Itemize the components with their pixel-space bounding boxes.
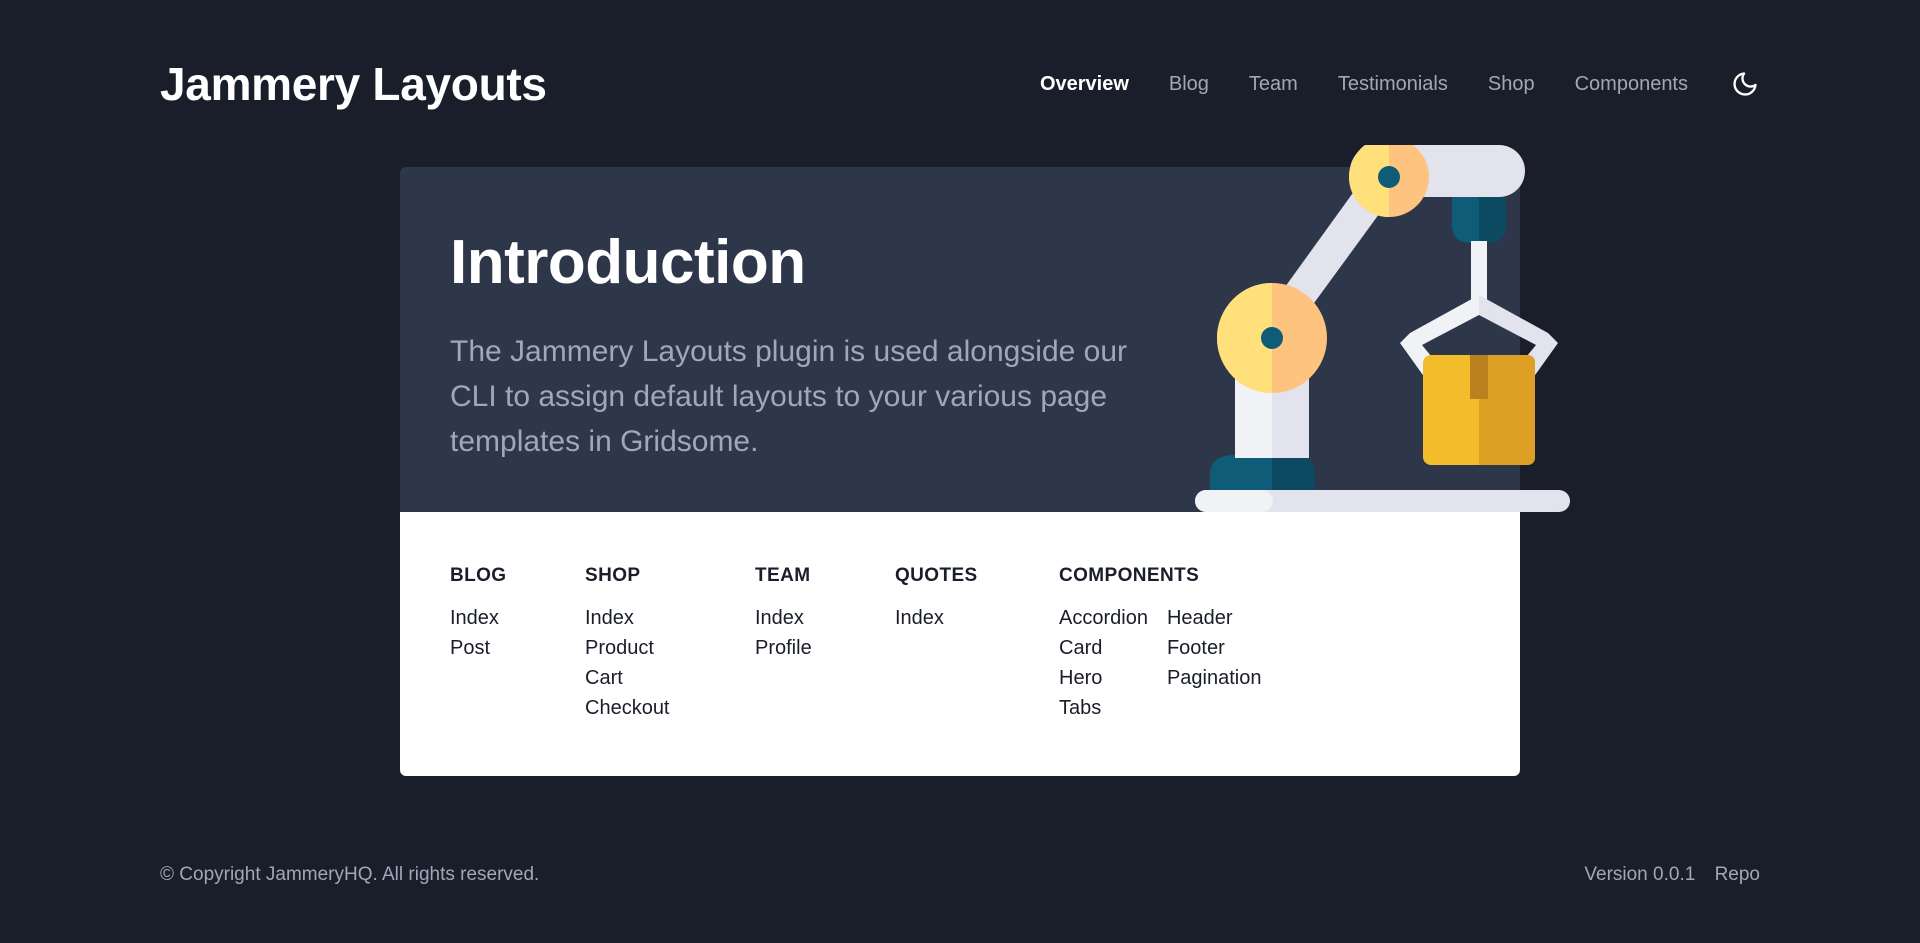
blog-heading: BLOG xyxy=(450,565,507,586)
nav-blog[interactable]: Blog xyxy=(1169,73,1209,96)
blog-link-index[interactable]: Index xyxy=(450,603,507,633)
links-panel: BLOG Index Post SHOP Index Product Cart … xyxy=(400,512,1520,776)
blog-link-post[interactable]: Post xyxy=(450,633,507,663)
quotes-heading: QUOTES xyxy=(895,565,978,586)
components-column: COMPONENTS Accordion Card Hero Tabs Head… xyxy=(1059,565,1261,723)
page: Jammery Layouts Overview Blog Team Testi… xyxy=(0,0,1920,943)
team-link-profile[interactable]: Profile xyxy=(755,633,812,663)
hero-title: Introduction xyxy=(450,228,806,297)
components-link-footer[interactable]: Footer xyxy=(1167,633,1262,663)
components-link-accordion[interactable]: Accordion xyxy=(1059,603,1148,633)
repo-link[interactable]: Repo xyxy=(1715,864,1760,885)
nav-testimonials[interactable]: Testimonials xyxy=(1338,73,1448,96)
moon-icon xyxy=(1733,72,1757,96)
nav-components[interactable]: Components xyxy=(1575,73,1688,96)
footer-meta: Version 0.0.1 Repo xyxy=(1584,864,1760,886)
quotes-link-index[interactable]: Index xyxy=(895,603,978,633)
site-footer: © Copyright JammeryHQ. All rights reserv… xyxy=(160,864,1760,886)
shop-link-product[interactable]: Product xyxy=(585,633,670,663)
team-column: TEAM Index Profile xyxy=(755,565,812,663)
team-heading: TEAM xyxy=(755,565,811,586)
blog-column: BLOG Index Post xyxy=(450,565,507,663)
nav-overview[interactable]: Overview xyxy=(1040,73,1129,96)
theme-toggle-button[interactable] xyxy=(1730,69,1760,99)
site-logo[interactable]: Jammery Layouts xyxy=(160,57,547,111)
shop-link-cart[interactable]: Cart xyxy=(585,663,670,693)
components-link-header[interactable]: Header xyxy=(1167,603,1262,633)
robot-arm-icon xyxy=(1195,145,1570,512)
nav-shop[interactable]: Shop xyxy=(1488,73,1535,96)
team-link-index[interactable]: Index xyxy=(755,603,812,633)
shop-heading: SHOP xyxy=(585,565,641,586)
site-header: Jammery Layouts Overview Blog Team Testi… xyxy=(160,52,1760,116)
nav-team[interactable]: Team xyxy=(1249,73,1298,96)
shop-link-index[interactable]: Index xyxy=(585,603,670,633)
copyright-text: © Copyright JammeryHQ. All rights reserv… xyxy=(160,864,540,885)
shop-link-checkout[interactable]: Checkout xyxy=(585,693,670,723)
main-nav: Overview Blog Team Testimonials Shop Com… xyxy=(1000,69,1760,99)
version-text: Version 0.0.1 xyxy=(1584,864,1696,885)
quotes-column: QUOTES Index xyxy=(895,565,978,633)
components-link-hero[interactable]: Hero xyxy=(1059,663,1148,693)
components-link-pagination[interactable]: Pagination xyxy=(1167,663,1262,693)
components-heading: COMPONENTS xyxy=(1059,565,1200,586)
shop-column: SHOP Index Product Cart Checkout xyxy=(585,565,670,723)
hero-description: The Jammery Layouts plugin is used along… xyxy=(450,335,1128,458)
components-link-tabs[interactable]: Tabs xyxy=(1059,693,1148,723)
components-link-card[interactable]: Card xyxy=(1059,633,1148,663)
